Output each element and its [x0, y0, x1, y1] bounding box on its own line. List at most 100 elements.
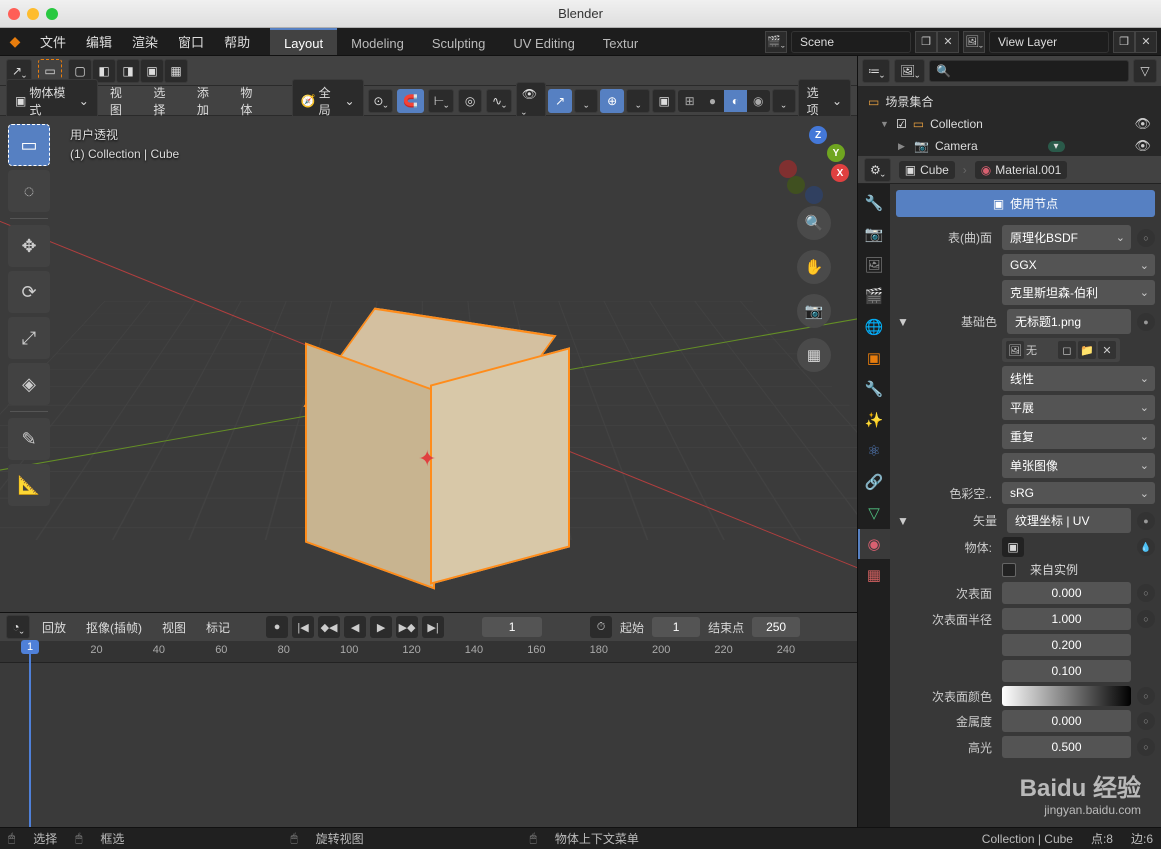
props-material-badge[interactable]: ◉Material.001 — [975, 161, 1068, 179]
checkbox[interactable] — [1002, 563, 1016, 577]
tab-output[interactable]: 📷 — [858, 219, 890, 249]
tool-rotate[interactable]: ⟳ — [8, 271, 50, 313]
tool-move[interactable]: ✥ — [8, 225, 50, 267]
prop-dropdown[interactable]: 平展 — [1002, 395, 1155, 420]
tl-menu-playback[interactable]: 回放 — [34, 614, 74, 641]
expand-icon[interactable]: ▼ — [896, 315, 910, 329]
workspace-tab-modeling[interactable]: Modeling — [337, 28, 418, 55]
prop-dropdown[interactable]: 线性 — [1002, 366, 1155, 391]
prop-dropdown[interactable]: 单张图像 — [1002, 453, 1155, 478]
perspective-gizmo-icon[interactable]: ▦ — [797, 338, 831, 372]
prop-value[interactable]: 无标题1.png — [1007, 309, 1131, 334]
disclosure-icon[interactable]: ▼ — [880, 119, 890, 129]
outliner-scene-collection[interactable]: ▭场景集合 — [858, 90, 1161, 113]
tool-select-box[interactable]: ▭ — [8, 124, 50, 166]
tab-material[interactable]: ◉ — [858, 529, 890, 559]
overlay-dropdown[interactable]: ˬ — [626, 89, 650, 113]
camera-badge[interactable]: ▾ — [1048, 141, 1065, 152]
tab-viewlayer[interactable]: 🖼 — [858, 250, 890, 280]
object-field[interactable]: ▣ — [1002, 537, 1024, 557]
menu-edit[interactable]: 编辑 — [76, 27, 122, 56]
xray-toggle[interactable]: ▣ — [652, 89, 676, 113]
shading-rendered[interactable]: ◉ — [747, 90, 770, 112]
start-frame-field[interactable]: 1 — [652, 617, 700, 637]
prop-dropdown[interactable]: 原理化BSDF — [1002, 225, 1131, 250]
prop-dropdown[interactable]: 重复 — [1002, 424, 1155, 449]
tl-keyframe-next[interactable]: ▶◆ — [396, 616, 418, 638]
node-socket-icon[interactable]: ● — [1137, 313, 1155, 331]
tl-keyframe-prev[interactable]: ◆◀ — [318, 616, 340, 638]
node-socket-icon[interactable]: ● — [1137, 512, 1155, 530]
tool-transform[interactable]: ◈ — [8, 363, 50, 405]
node-socket-icon[interactable]: ○ — [1137, 687, 1155, 705]
outliner-filter[interactable]: ▽ — [1133, 59, 1157, 83]
tool-measure[interactable]: 📐 — [8, 464, 50, 506]
node-socket-icon[interactable]: ○ — [1137, 738, 1155, 756]
tl-play-reverse[interactable]: ◀ — [344, 616, 366, 638]
current-frame-field[interactable]: 1 — [482, 617, 542, 637]
viewlayer-new-button[interactable]: ❐ — [1113, 31, 1135, 53]
axis-neg-z-handle[interactable] — [805, 186, 823, 204]
timeline-editor-type[interactable]: ◔ˬ — [6, 615, 30, 639]
visibility-icon[interactable]: 👁 — [1134, 138, 1151, 154]
tl-menu-view[interactable]: 视图 — [154, 614, 194, 641]
axis-z-handle[interactable]: Z — [809, 126, 827, 144]
tab-render[interactable]: 🔧 — [858, 188, 890, 218]
proportional-toggle[interactable]: ◎ — [458, 89, 482, 113]
number-field[interactable]: 0.000 — [1002, 582, 1131, 604]
prop-dropdown[interactable]: 克里斯坦森-伯利 — [1002, 280, 1155, 305]
shading-wireframe[interactable]: ⊞ — [678, 90, 701, 112]
3d-viewport[interactable]: ✦ 用户透视 (1) Collection | Cube ▭ ◌ ✥ ⟳ ⤢ ◈… — [0, 116, 857, 612]
image-name[interactable]: 无 — [1026, 341, 1056, 359]
use-nodes-button[interactable]: ▣使用节点 — [896, 190, 1155, 217]
tab-texture[interactable]: ▦ — [858, 560, 890, 590]
disclosure-icon[interactable]: ▶ — [898, 141, 908, 152]
shading-solid[interactable]: ● — [701, 90, 724, 112]
tl-autokey-button[interactable]: ● — [266, 616, 288, 638]
camera-gizmo-icon[interactable]: 📷 — [797, 294, 831, 328]
number-field[interactable]: 1.000 — [1002, 608, 1131, 630]
number-field[interactable]: 0.100 — [1002, 660, 1131, 682]
visibility-dropdown[interactable]: 👁ˬ — [516, 82, 546, 120]
outliner-collection[interactable]: ▼☑▭Collection👁 — [858, 113, 1161, 135]
pan-gizmo-icon[interactable]: ✋ — [797, 250, 831, 284]
eyedropper-icon[interactable]: 💧 — [1137, 538, 1155, 556]
minimize-window-button[interactable] — [27, 8, 39, 20]
overlay-toggle[interactable]: ⊕ — [600, 89, 624, 113]
number-field[interactable]: 0.500 — [1002, 736, 1131, 758]
close-window-button[interactable] — [8, 8, 20, 20]
open-icon[interactable]: 📁 — [1078, 341, 1096, 359]
expand-icon[interactable]: ▼ — [896, 514, 910, 528]
maximize-window-button[interactable] — [46, 8, 58, 20]
snap-toggle[interactable]: 🧲 — [397, 89, 424, 113]
tab-data[interactable]: ▽ — [858, 498, 890, 528]
node-socket-icon[interactable]: ○ — [1137, 229, 1155, 247]
scene-new-button[interactable]: ❐ — [915, 31, 937, 53]
blender-logo-icon[interactable]: ◆ — [2, 29, 28, 55]
tab-object[interactable]: ▣ — [858, 343, 890, 373]
workspace-tab-sculpting[interactable]: Sculpting — [418, 28, 499, 55]
tl-range-icon[interactable]: ⏱ — [590, 616, 612, 638]
zoom-gizmo-icon[interactable]: 🔍 — [797, 206, 831, 240]
prop-value[interactable]: 纹理坐标 | UV — [1007, 508, 1131, 533]
menu-render[interactable]: 渲染 — [122, 27, 168, 56]
menu-window[interactable]: 窗口 — [168, 27, 214, 56]
tl-jump-end[interactable]: ▶| — [422, 616, 444, 638]
tl-menu-marker[interactable]: 标记 — [198, 614, 238, 641]
proportional-dropdown[interactable]: ∿ˬ — [486, 89, 512, 113]
navigation-gizmo[interactable]: Z Y X — [779, 126, 849, 196]
outliner-camera[interactable]: ▶📷Camera▾👁 — [858, 135, 1161, 156]
visibility-icon[interactable]: 👁 — [1134, 116, 1151, 132]
number-field[interactable]: 0.000 — [1002, 710, 1131, 732]
gizmo-dropdown[interactable]: ˬ — [574, 89, 598, 113]
viewlayer-field[interactable]: View Layer — [989, 31, 1109, 53]
tab-particles[interactable]: ✨ — [858, 405, 890, 435]
props-object-badge[interactable]: ▣Cube — [899, 161, 955, 179]
tab-physics[interactable]: ⚛ — [858, 436, 890, 466]
playhead[interactable] — [29, 641, 31, 827]
menu-file[interactable]: 文件 — [30, 27, 76, 56]
image-icon[interactable]: 🖼 — [1006, 341, 1024, 359]
viewlayer-delete-button[interactable]: ✕ — [1135, 31, 1157, 53]
shading-material[interactable]: ◐ — [724, 90, 747, 112]
timeline-track[interactable] — [0, 663, 857, 827]
